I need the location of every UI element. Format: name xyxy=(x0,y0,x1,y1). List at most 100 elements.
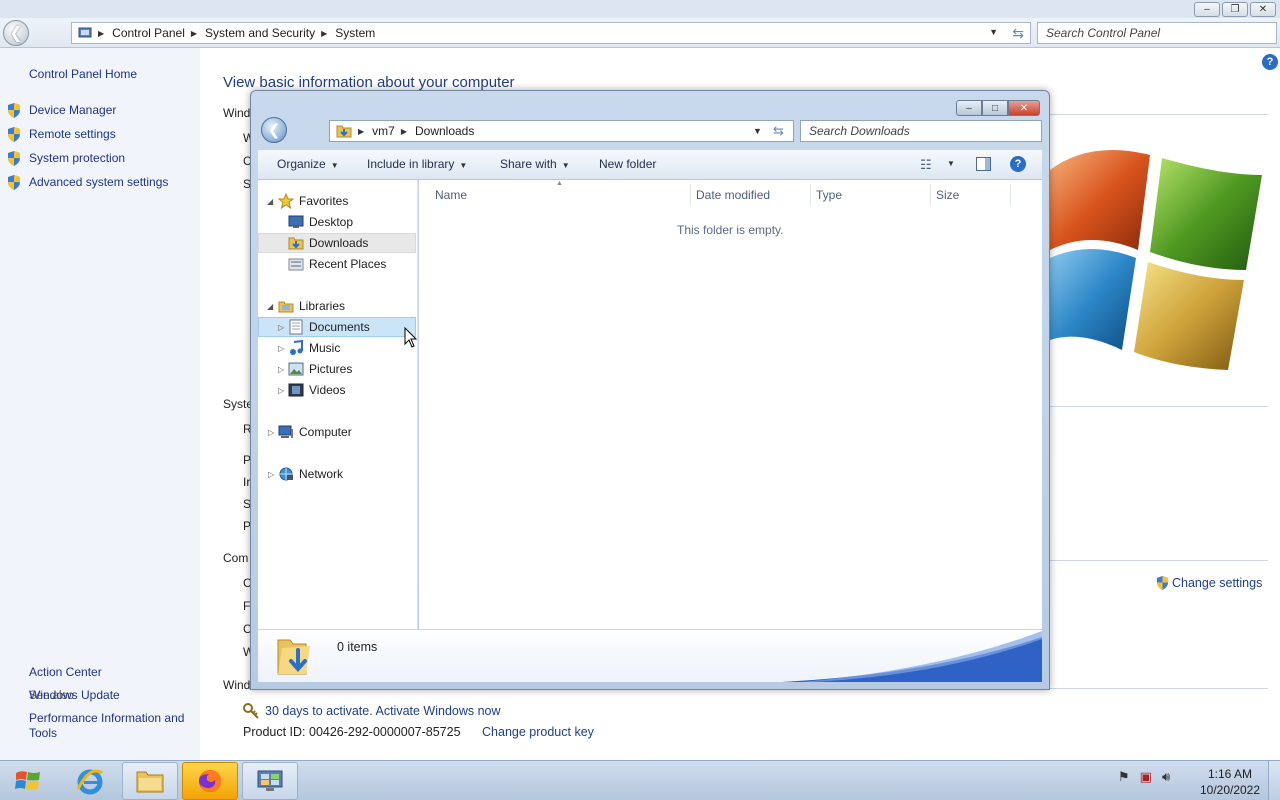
preview-pane-icon[interactable] xyxy=(976,157,991,171)
column-header-name[interactable]: Name xyxy=(435,188,467,202)
section-divider xyxy=(1050,406,1268,407)
nav-network-label: Network xyxy=(299,467,344,481)
star-icon xyxy=(278,193,294,209)
activate-windows-label: 30 days to activate. Activate Windows no… xyxy=(265,704,501,718)
breadcrumb-system-and-security[interactable]: System and Security xyxy=(205,26,315,40)
performance-information-link-cont[interactable]: Tools xyxy=(29,726,57,740)
column-header-size[interactable]: Size xyxy=(936,188,959,202)
expand-triangle-icon[interactable]: ▷ xyxy=(278,386,284,395)
section-divider xyxy=(1050,688,1268,689)
explorer-close-button[interactable]: ✕ xyxy=(1008,100,1040,116)
volume-icon[interactable]: 🔊︎ xyxy=(1162,769,1170,785)
breadcrumb-control-panel[interactable]: Control Panel xyxy=(112,26,185,40)
change-view-icon[interactable]: ☷ xyxy=(920,157,932,173)
explorer-maximize-button[interactable]: □ xyxy=(982,100,1008,116)
taskbar-clock[interactable]: 1:16 AM 10/20/2022 xyxy=(1196,766,1264,798)
internet-explorer-icon xyxy=(76,769,103,795)
chevron-down-icon[interactable]: ▼ xyxy=(947,159,955,168)
system-tray: ⚑ ▣ 🔊︎ xyxy=(1118,769,1170,785)
system-protection-link[interactable]: System protection xyxy=(29,151,125,165)
column-header-date-modified[interactable]: Date modified xyxy=(696,188,770,202)
breadcrumb-vm7[interactable]: vm7 xyxy=(372,124,395,138)
activate-windows-link[interactable]: 30 days to activate. Activate Windows no… xyxy=(243,703,501,719)
taskbar-windows-explorer[interactable] xyxy=(122,762,178,800)
windows-update-link[interactable]: Windows Update xyxy=(29,688,120,702)
expand-triangle-icon[interactable]: ▷ xyxy=(278,365,284,374)
expand-triangle-icon[interactable]: ◢ xyxy=(267,197,273,206)
chevron-down-icon[interactable]: ▼ xyxy=(753,126,762,136)
nav-documents[interactable]: ▷ Documents xyxy=(258,317,416,337)
explorer-minimize-button[interactable]: – xyxy=(956,100,982,116)
nav-pictures[interactable]: ▷ Pictures xyxy=(258,359,416,379)
cp-minimize-button[interactable]: – xyxy=(1194,2,1220,17)
explorer-address-bar[interactable]: ▶ vm7 ▶ Downloads xyxy=(329,120,794,142)
action-center-flag-icon[interactable]: ⚑ xyxy=(1118,769,1130,785)
nav-pictures-label: Pictures xyxy=(309,362,353,376)
mouse-cursor-icon xyxy=(404,327,418,348)
pictures-icon xyxy=(288,362,304,376)
explorer-back-button[interactable]: ❮ xyxy=(261,117,287,143)
action-center-link[interactable]: Action Center xyxy=(29,665,102,679)
taskbar-control-panel[interactable] xyxy=(242,762,298,800)
new-folder-label: New folder xyxy=(599,157,657,171)
details-pane: 0 items xyxy=(258,629,1042,682)
device-manager-link[interactable]: Device Manager xyxy=(29,103,116,117)
network-status-icon[interactable]: ▣ xyxy=(1140,769,1152,785)
nav-music[interactable]: ▷ Music xyxy=(258,338,416,358)
expand-triangle-icon[interactable]: ▷ xyxy=(268,428,274,437)
change-settings-link[interactable]: Change settings xyxy=(1156,576,1262,590)
expand-triangle-icon[interactable]: ▷ xyxy=(268,470,274,479)
cp-back-button[interactable]: ❮ xyxy=(3,20,29,46)
nav-videos[interactable]: ▷ Videos xyxy=(258,380,416,400)
expand-triangle-icon[interactable]: ▷ xyxy=(278,323,284,332)
share-with-button[interactable]: Share with ▼ xyxy=(500,157,570,171)
refresh-icon[interactable]: ⇆ xyxy=(773,123,784,139)
taskbar-internet-explorer[interactable] xyxy=(62,762,118,800)
nav-network[interactable]: ▷ Network xyxy=(258,464,416,484)
explorer-search-input[interactable]: Search Downloads xyxy=(800,120,1042,142)
breadcrumb-separator: ▶ xyxy=(190,28,198,38)
control-panel-home-link[interactable]: Control Panel Home xyxy=(29,67,137,81)
cp-help-icon[interactable]: ? xyxy=(1262,54,1278,70)
nav-recent-places[interactable]: Recent Places xyxy=(258,254,416,274)
downloads-folder-icon xyxy=(277,639,310,675)
cp-close-button[interactable]: ✕ xyxy=(1250,2,1276,17)
cp-restore-button[interactable]: ❐ xyxy=(1222,2,1248,17)
nav-favorites[interactable]: ◢ Favorites xyxy=(258,191,416,211)
cp-address-bar[interactable]: ▶ Control Panel ▶ System and Security ▶ … xyxy=(71,22,1031,44)
section-fragment: Com xyxy=(223,551,249,565)
change-product-key-link[interactable]: Change product key xyxy=(482,725,594,739)
column-divider[interactable] xyxy=(810,184,811,206)
breadcrumb-downloads[interactable]: Downloads xyxy=(415,124,474,138)
help-icon[interactable]: ? xyxy=(1010,156,1026,172)
expand-triangle-icon[interactable]: ◢ xyxy=(267,302,273,311)
expand-triangle-icon[interactable]: ▷ xyxy=(278,344,284,353)
start-button[interactable] xyxy=(0,762,56,800)
breadcrumb-separator: ▶ xyxy=(98,28,105,38)
cp-search-input[interactable]: Search Control Panel xyxy=(1037,22,1277,44)
nav-downloads[interactable]: Downloads xyxy=(258,233,416,253)
nav-music-label: Music xyxy=(309,341,341,355)
column-header-type[interactable]: Type xyxy=(816,188,842,202)
nav-computer[interactable]: ▷ Computer xyxy=(258,422,416,442)
performance-information-link[interactable]: Performance Information and xyxy=(29,711,184,725)
show-desktop-button[interactable] xyxy=(1268,761,1280,800)
include-in-library-button[interactable]: Include in library ▼ xyxy=(367,157,467,171)
breadcrumb-system[interactable]: System xyxy=(335,26,375,40)
organize-button[interactable]: Organize ▼ xyxy=(277,157,339,171)
file-list-pane[interactable]: ▲ Name Date modified Type Size This fold… xyxy=(419,180,1042,629)
remote-settings-link[interactable]: Remote settings xyxy=(29,127,116,141)
column-divider[interactable] xyxy=(930,184,931,206)
nav-libraries[interactable]: ◢ Libraries xyxy=(258,296,416,316)
nav-desktop[interactable]: Desktop xyxy=(258,212,416,232)
refresh-icon[interactable]: ⇆ xyxy=(1012,25,1024,42)
page-title: View basic information about your comput… xyxy=(223,74,515,91)
taskbar-firefox[interactable] xyxy=(182,762,238,800)
chevron-down-icon[interactable]: ▼ xyxy=(989,27,998,37)
advanced-system-settings-link[interactable]: Advanced system settings xyxy=(29,175,168,189)
cp-address-toolbar: ❮ ▶ Control Panel ▶ System and Security … xyxy=(0,18,1280,48)
clock-date: 10/20/2022 xyxy=(1199,783,1261,797)
column-divider[interactable] xyxy=(690,184,691,206)
column-divider[interactable] xyxy=(1010,184,1011,206)
new-folder-button[interactable]: New folder xyxy=(599,157,656,171)
